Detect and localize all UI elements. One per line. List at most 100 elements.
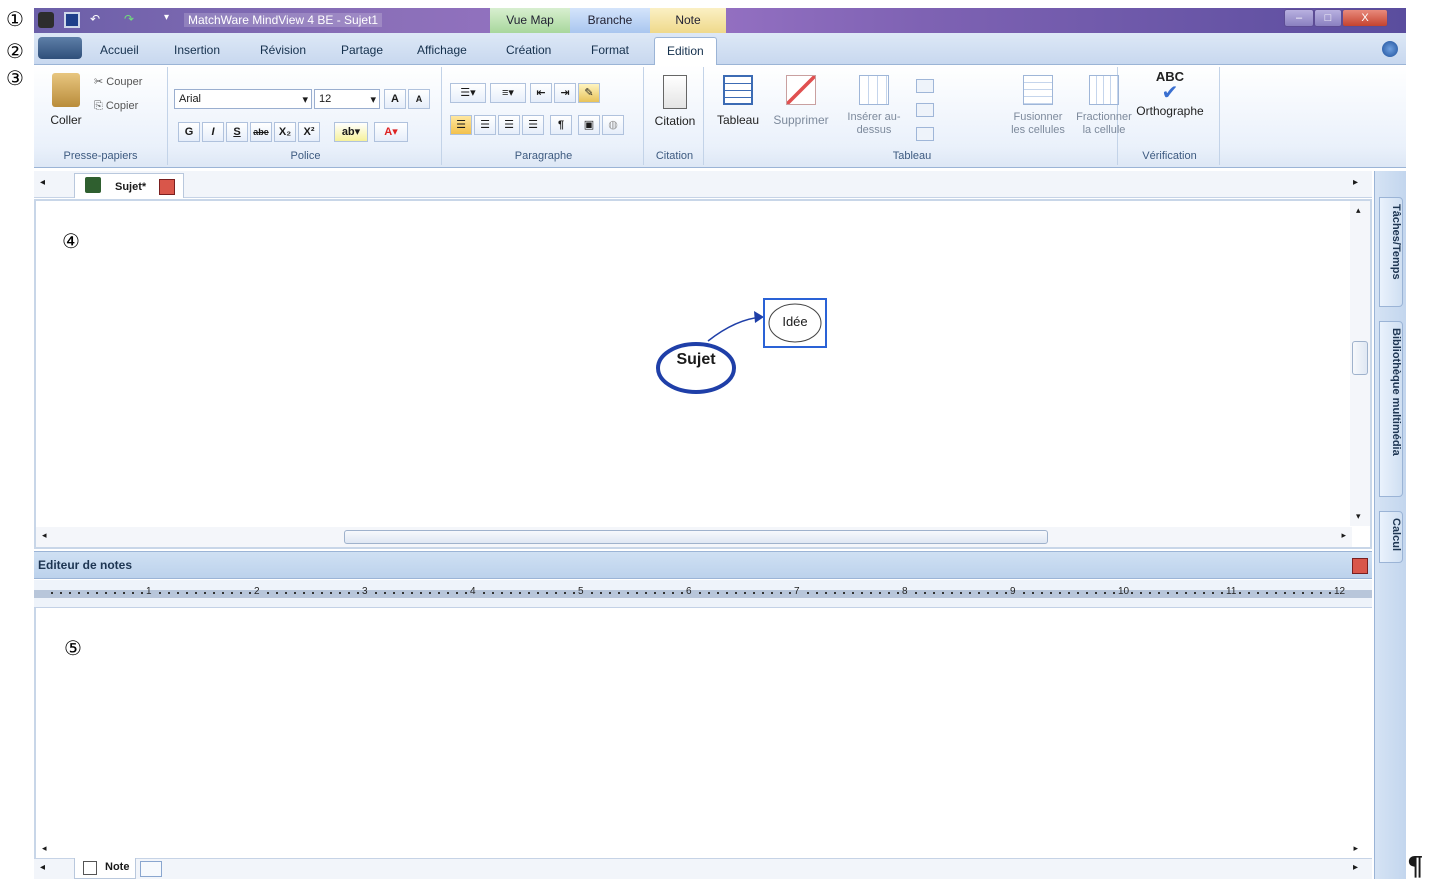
strikethrough-button[interactable]: abe	[250, 122, 272, 142]
ruler-tick	[1275, 592, 1277, 594]
ruler-tick	[663, 592, 665, 594]
increase-indent-icon[interactable]: ⇥	[554, 83, 576, 103]
tab-revision[interactable]: Révision	[260, 43, 306, 57]
ruler-tick	[519, 592, 521, 594]
context-tab-vue-map[interactable]: Vue Map	[490, 8, 570, 33]
scroll-right-icon[interactable]: ▸	[1353, 177, 1358, 188]
dock-tab-taches-temps[interactable]: Tâches/Temps	[1379, 197, 1403, 307]
align-center-icon[interactable]: ☰	[474, 115, 496, 135]
vertical-scroll-thumb[interactable]	[1352, 341, 1368, 375]
maximize-button[interactable]: □	[1314, 9, 1342, 27]
ruler-tick	[357, 592, 359, 594]
table-button[interactable]: Tableau	[712, 75, 764, 127]
border-icon[interactable]: ▣	[578, 115, 600, 135]
ruler-number: 8	[902, 586, 908, 597]
format-painter-icon[interactable]: ✎	[578, 83, 600, 103]
ruler-number: 3	[362, 586, 368, 597]
application-menu-button[interactable]	[38, 37, 82, 59]
scroll-up-icon[interactable]: ▴	[1356, 205, 1361, 216]
ruler-tick	[123, 592, 125, 594]
dock-tab-bibliotheque[interactable]: Bibliothèque multimédia	[1379, 321, 1403, 497]
scroll-left-arrow-icon[interactable]: ◂	[42, 530, 47, 541]
customize-toolbar-icon[interactable]: ▾	[164, 12, 180, 28]
delete-button[interactable]: Supprimer	[768, 75, 834, 127]
group-font: Arial ▾ 12 ▾ A A G I S abe X₂ X² ab▾ A▾ Po…	[170, 67, 442, 165]
group-citation: Citation Citation	[646, 67, 704, 165]
tab-creation[interactable]: Création	[506, 43, 551, 57]
spelling-button[interactable]: ABC ✔ Orthographe	[1124, 69, 1216, 118]
decrease-indent-icon[interactable]: ⇤	[530, 83, 552, 103]
shading-icon[interactable]: ◍	[602, 115, 624, 135]
child-node-label[interactable]: Idée	[770, 314, 820, 329]
bullets-icon[interactable]: ☰▾	[450, 83, 486, 103]
scroll-down-icon[interactable]: ▾	[1356, 511, 1361, 522]
note-text-area[interactable]: ⑤ ◂ ▸	[34, 608, 1372, 858]
root-node-label[interactable]: Sujet	[660, 351, 732, 369]
note-scroll-left-icon[interactable]: ◂	[42, 843, 47, 854]
horizontal-scrollbar[interactable]: ◂ ▸	[36, 527, 1352, 547]
underline-button[interactable]: S	[226, 122, 248, 142]
superscript-button[interactable]: X²	[298, 122, 320, 142]
ruler[interactable]: 1 2 3 4 5 6 7 8 9 10 11 12	[34, 580, 1372, 608]
ruler-tick	[537, 592, 539, 594]
ruler-tick	[96, 592, 98, 594]
italic-button[interactable]: I	[202, 122, 224, 142]
group-label-clipboard: Presse-papiers	[63, 150, 138, 162]
align-right-icon[interactable]: ☰	[498, 115, 520, 135]
redo-icon[interactable]: ↷	[124, 12, 140, 28]
pilcrow-icon[interactable]: ¶	[550, 115, 572, 135]
paste-button[interactable]: Coller	[46, 73, 86, 127]
cell-grid-icon[interactable]	[916, 127, 934, 141]
save-icon[interactable]	[64, 12, 80, 28]
font-color-icon[interactable]: A▾	[374, 122, 408, 142]
tab-note[interactable]: Note	[74, 858, 137, 879]
shrink-font-icon[interactable]: A	[408, 89, 430, 109]
tab-affichage[interactable]: Affichage	[417, 43, 467, 57]
undo-icon[interactable]: ↶	[90, 12, 106, 28]
numbering-icon[interactable]: ≡▾	[490, 83, 526, 103]
insert-column-icon[interactable]	[916, 79, 934, 93]
ruler-tick	[195, 592, 197, 594]
cut-button[interactable]: ✂ Couper	[94, 75, 142, 88]
subscript-button[interactable]: X₂	[274, 122, 296, 142]
merge-cells-button[interactable]: Fusionner les cellules	[1008, 75, 1068, 137]
citation-button[interactable]: Citation	[650, 75, 700, 128]
document-tab-sujet[interactable]: Sujet*	[74, 173, 185, 198]
context-tab-branche[interactable]: Branche	[570, 8, 650, 33]
minimize-button[interactable]: –	[1284, 9, 1314, 27]
close-button[interactable]: X	[1342, 9, 1388, 27]
vertical-scrollbar[interactable]: ▴ ▾	[1350, 201, 1370, 526]
bottom-tab-folder-icon[interactable]	[140, 861, 162, 877]
justify-icon[interactable]: ☰	[522, 115, 544, 135]
bottom-scroll-right-icon[interactable]: ▸	[1353, 862, 1358, 873]
highlight-icon[interactable]: ab▾	[334, 122, 368, 142]
dock-tab-calcul[interactable]: Calcul	[1379, 511, 1403, 563]
tab-partage[interactable]: Partage	[341, 43, 383, 57]
scroll-left-icon[interactable]: ◂	[40, 177, 45, 188]
tab-format[interactable]: Format	[591, 43, 629, 57]
ruler-tick	[852, 592, 854, 594]
copy-button[interactable]: ⎘ Copier	[94, 100, 138, 113]
ruler-tick	[51, 592, 53, 594]
ruler-tick	[1140, 592, 1142, 594]
grow-font-icon[interactable]: A	[384, 89, 406, 109]
close-note-editor-icon[interactable]	[1352, 558, 1368, 574]
font-size-select[interactable]: 12 ▾	[314, 89, 380, 109]
insert-above-button[interactable]: Insérer au-dessus	[840, 75, 908, 137]
align-left-icon[interactable]: ☰	[450, 115, 472, 135]
context-tab-note[interactable]: Note	[650, 8, 726, 33]
tab-accueil[interactable]: Accueil	[100, 43, 139, 57]
font-name-select[interactable]: Arial ▾	[174, 89, 312, 109]
insert-row-below-icon[interactable]	[916, 103, 934, 117]
tab-insertion[interactable]: Insertion	[174, 43, 220, 57]
scroll-right-arrow-icon[interactable]: ▸	[1341, 530, 1346, 541]
tab-edition[interactable]: Edition	[654, 37, 717, 65]
note-scroll-right-icon[interactable]: ▸	[1353, 843, 1358, 854]
close-doc-icon[interactable]	[159, 179, 176, 195]
mindmap-canvas[interactable]: ④ Sujet Idée ▴ ▾ ◂ ▸	[34, 199, 1372, 549]
horizontal-scroll-thumb[interactable]	[344, 530, 1048, 544]
bottom-scroll-left-icon[interactable]: ◂	[40, 862, 45, 873]
bold-button[interactable]: G	[178, 122, 200, 142]
help-icon[interactable]	[1382, 41, 1398, 57]
app-logo-icon[interactable]	[38, 12, 54, 28]
